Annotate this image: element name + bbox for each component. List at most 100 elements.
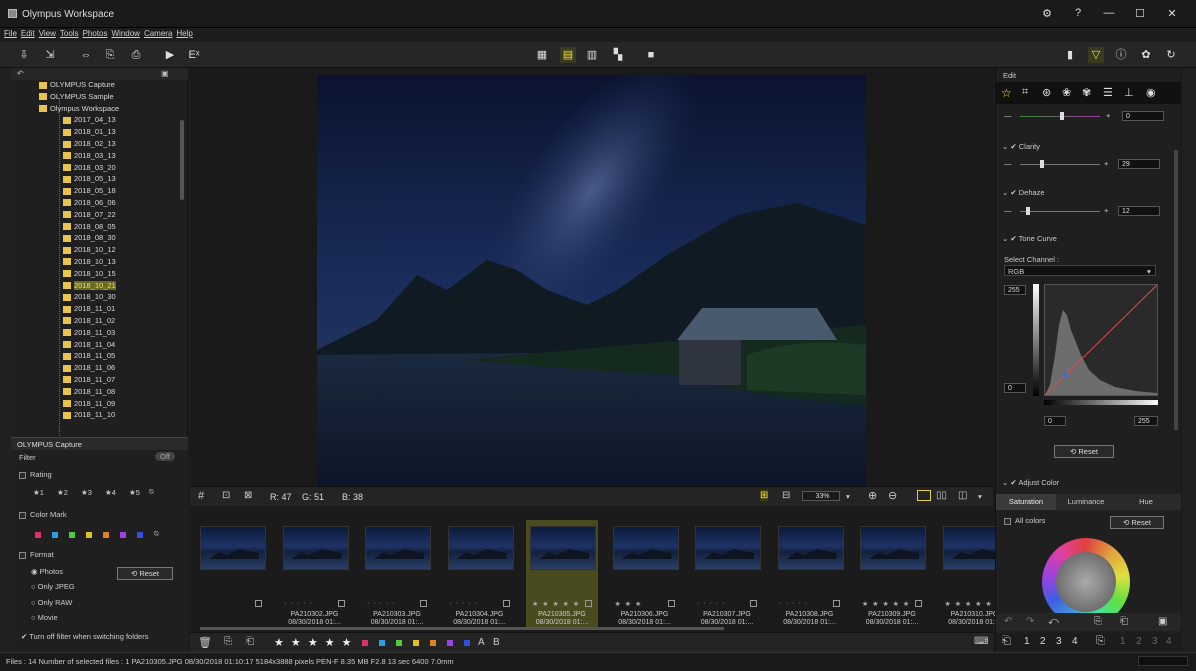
folder-item[interactable]: 2018_11_06 <box>63 363 181 375</box>
paste-icon[interactable]: ⎗ <box>246 636 254 647</box>
thumbnail-checkbox[interactable] <box>667 600 675 607</box>
folder-item[interactable]: 2018_11_02 <box>63 316 181 328</box>
favorite-tab-icon[interactable]: ☆ <box>1001 86 1012 100</box>
star-filter-3[interactable]: ★3 <box>81 488 92 497</box>
color-mark-orange[interactable] <box>103 532 109 538</box>
page-1[interactable]: 1 <box>1024 636 1030 647</box>
dehaze-plus-icon[interactable]: + <box>1104 206 1108 215</box>
format-checkbox[interactable] <box>19 551 26 559</box>
folder-item[interactable]: 2018_10_21 <box>63 280 181 293</box>
thumbnail[interactable]: · · · · · PA210302.JPG 08/30/2018 01:... <box>279 520 351 628</box>
clarity-knob[interactable] <box>1040 160 1044 168</box>
slideshow-icon[interactable]: ▶ <box>162 47 178 63</box>
thumbnail-checkbox[interactable] <box>585 600 592 607</box>
plus-icon[interactable]: + <box>1106 111 1110 120</box>
zoom-out-icon[interactable]: ⊖ <box>888 489 897 502</box>
dehaze-slider[interactable] <box>1020 211 1100 212</box>
menu-window[interactable]: Window <box>111 29 139 38</box>
adjust-color-header[interactable]: ⌄ ✔ Adjust Color <box>1002 478 1059 487</box>
star-filter-4[interactable]: ★4 <box>105 488 116 497</box>
page2-3[interactable]: 3 <box>1152 636 1158 647</box>
dehaze-value[interactable]: 12 <box>1118 206 1160 216</box>
split-layout-icon[interactable]: ◫ <box>958 490 967 501</box>
star-filter-2[interactable]: ★2 <box>57 488 68 497</box>
folder-item[interactable]: 2018_10_13 <box>63 257 181 269</box>
filmstrip-scrollbar[interactable] <box>200 627 724 630</box>
star-filter-5[interactable]: ★5 <box>129 488 140 497</box>
preset-icon[interactable]: ⎗ <box>1002 635 1011 648</box>
filmstrip-view-icon[interactable]: ▤ <box>560 47 576 63</box>
menu-help[interactable]: Help <box>176 29 192 38</box>
folder-options-icon[interactable]: ▣ <box>161 69 169 78</box>
channel-select[interactable]: RGB ▾ <box>1004 265 1156 276</box>
tree-root-item[interactable]: OLYMPUS Sample <box>39 92 181 104</box>
paste-settings-icon[interactable]: ⎗ <box>1120 616 1128 627</box>
folder-item[interactable]: 2018_11_01 <box>63 304 181 316</box>
thumbnail[interactable]: · · · · · PA210303.JPG 08/30/2018 01:... <box>361 520 433 628</box>
tone-curve-header[interactable]: ⌄ ✔ Tone Curve <box>1002 234 1057 243</box>
tree-scrollbar[interactable] <box>180 120 184 200</box>
process-icon[interactable]: ↻ <box>1163 47 1179 63</box>
tone-tab-icon[interactable]: ✾ <box>1082 86 1091 99</box>
mark-purple[interactable] <box>447 640 453 646</box>
thumbnail[interactable]: ★ ★ ★ ★ ★ PA210305.JPG 08/30/2018 01:... <box>526 520 598 628</box>
page2-4[interactable]: 4 <box>1166 636 1172 647</box>
undo-icon[interactable]: ↶ <box>1004 616 1012 627</box>
folder-item[interactable]: 2018_08_05 <box>63 222 181 234</box>
thumbnail-rating[interactable]: ★ ★ ★ ★ ★ <box>945 600 993 608</box>
folder-item[interactable]: 2018_07_22 <box>63 210 181 222</box>
back-icon[interactable]: ↶ <box>17 69 24 78</box>
zoom-dropdown-icon[interactable]: ▾ <box>846 492 850 501</box>
only-raw-radio[interactable]: ○ Only RAW <box>31 598 72 607</box>
resize-icon[interactable]: ⇔ <box>78 47 94 63</box>
thumbnail-checkbox[interactable] <box>750 600 757 607</box>
color-tab-icon[interactable]: ⊛ <box>1042 86 1051 99</box>
thumbnail-rating[interactable]: · · · · · <box>367 600 395 607</box>
main-photo[interactable] <box>317 75 866 486</box>
preset2-icon[interactable]: ⎘ <box>1096 635 1105 648</box>
transfer-icon[interactable]: ⇲ <box>42 47 58 63</box>
turn-off-filter-option[interactable]: ✔ Turn off filter when switching folders <box>21 632 148 641</box>
view-tab-icon[interactable]: ◉ <box>1146 86 1156 99</box>
redo-icon[interactable]: ↷ <box>1026 616 1034 627</box>
color-mark-indigo[interactable] <box>137 532 143 538</box>
rating-stars[interactable]: ★ ★ ★ ★ ★ <box>274 636 354 649</box>
crop-tab-icon[interactable]: ⌗ <box>1022 86 1028 99</box>
folder-item[interactable]: 2018_11_08 <box>63 387 181 399</box>
menu-view[interactable]: View <box>39 29 56 38</box>
layout-dropdown-icon[interactable]: ▾ <box>978 492 982 501</box>
list-view-icon[interactable]: ▥ <box>584 47 600 63</box>
close-button[interactable]: ✕ <box>1165 7 1179 20</box>
art-filter-tab-icon[interactable]: ❀ <box>1062 86 1071 99</box>
all-colors-checkbox[interactable] <box>1004 517 1011 525</box>
filter-reset-button[interactable]: ⟲ Reset <box>117 567 173 580</box>
grid-view-icon[interactable]: ▦ <box>534 47 550 63</box>
single-layout-icon[interactable] <box>917 490 931 501</box>
menu-photos[interactable]: Photos <box>83 29 108 38</box>
save-icon[interactable]: ▣ <box>1158 616 1167 627</box>
folder-item[interactable]: 2018_11_04 <box>63 340 181 352</box>
dehaze-knob[interactable] <box>1026 207 1030 215</box>
minimize-button[interactable]: — <box>1102 7 1116 19</box>
tree-root-item[interactable]: Olympus Workspace <box>39 104 181 116</box>
label-a[interactable]: A <box>478 637 485 648</box>
page-2[interactable]: 2 <box>1040 636 1046 647</box>
thumbnail-rating[interactable]: ★ ★ ★ ★ ★ <box>862 600 910 608</box>
only-jpeg-radio[interactable]: ○ Only JPEG <box>31 582 75 591</box>
tab-saturation[interactable]: Saturation <box>996 494 1056 510</box>
menu-tools[interactable]: Tools <box>60 29 79 38</box>
color-reset-button[interactable]: ⟲ Reset <box>1110 516 1164 529</box>
fit-screen-icon[interactable]: ⊞ <box>760 490 769 501</box>
menu-camera[interactable]: Camera <box>144 29 172 38</box>
clarity-header[interactable]: ⌄ ✔ Clarity <box>1002 142 1040 151</box>
tree-root-item[interactable]: OLYMPUS Capture <box>39 80 181 92</box>
export-icon[interactable]: ⎘ <box>102 47 118 63</box>
trash-icon[interactable]: 🗑 <box>198 636 212 649</box>
revert-icon[interactable]: ⤺ <box>1048 616 1059 627</box>
thumbnail[interactable]: ★ ★ ★ ★ ★ PA210309.JPG 08/30/2018 01:... <box>856 520 928 628</box>
thumbnail-checkbox[interactable] <box>915 600 922 607</box>
tone-curve-graph[interactable] <box>1044 284 1158 396</box>
folder-item[interactable]: 2018_10_12 <box>63 245 181 257</box>
thumbnail-rating[interactable]: · · · · · <box>285 600 313 607</box>
info-panel-icon[interactable]: ▮ <box>1062 47 1078 63</box>
